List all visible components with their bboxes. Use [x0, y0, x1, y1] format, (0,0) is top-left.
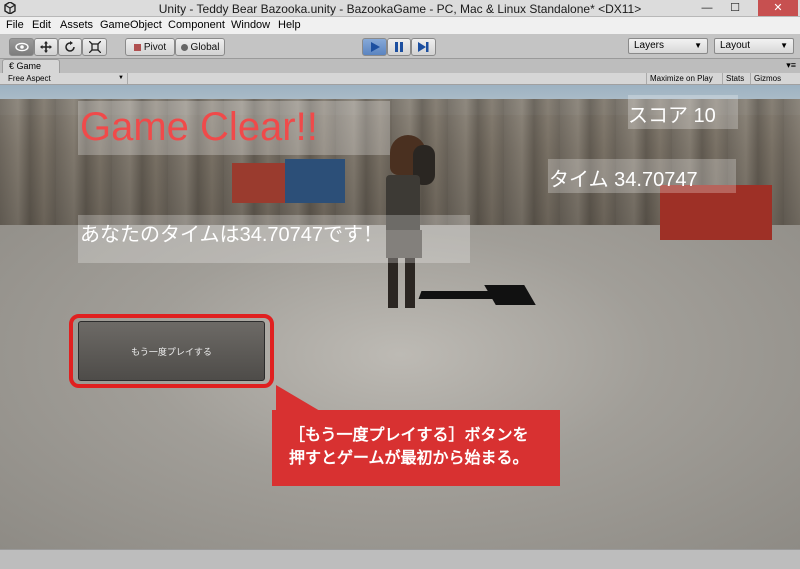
menu-bar: File Edit Assets GameObject Component Wi… — [0, 17, 800, 34]
move-arrows-icon — [40, 41, 52, 53]
callout-line-1: ［もう一度プレイする］ボタンを — [289, 427, 529, 444]
aspect-dropdown[interactable]: Free Aspect ▼ — [2, 73, 128, 84]
rotate-icon — [65, 41, 75, 52]
window-title: Unity - Teddy Bear Bazooka.unity - Bazoo… — [158, 2, 642, 16]
scale-tool-button[interactable] — [82, 38, 107, 56]
maximize-button[interactable]: ☐ — [722, 0, 748, 16]
tab-menu-icon[interactable]: ▾≡ — [786, 60, 796, 71]
callout-line-2: 押すとゲームが最初から始まる。 — [289, 450, 529, 467]
menu-window[interactable]: Window — [231, 19, 270, 31]
annotation-callout: ［もう一度プレイする］ボタンを 押すとゲームが最初から始まる。 — [272, 410, 560, 486]
game-view-toolbar: Free Aspect ▼ Maximize on Play Stats Giz… — [0, 73, 800, 85]
pivot-icon — [133, 43, 141, 51]
step-icon — [418, 42, 429, 52]
chevron-down-icon: ▼ — [118, 75, 124, 81]
gizmos-dropdown[interactable]: Gizmos — [750, 73, 784, 84]
pause-button[interactable] — [387, 38, 411, 56]
hand-tool-button[interactable] — [9, 38, 34, 56]
game-clear-text: Game Clear!! — [80, 105, 318, 149]
minimize-button[interactable]: — — [694, 0, 720, 16]
game-tab-label: Game — [16, 61, 42, 71]
container-blue — [285, 159, 345, 203]
status-bar — [0, 549, 800, 569]
menu-gameobject[interactable]: GameObject — [100, 19, 162, 31]
tab-row: € Game ▾≡ — [0, 59, 800, 73]
move-tool-button[interactable] — [34, 38, 58, 56]
global-toggle[interactable]: Global — [175, 38, 225, 56]
menu-help[interactable]: Help — [278, 19, 301, 31]
close-button[interactable]: ✕ — [758, 0, 798, 16]
toolbar: Pivot Global Layers ▼ Layout ▼ — [0, 34, 800, 59]
stats-toggle[interactable]: Stats — [722, 73, 747, 84]
pause-icon — [395, 42, 403, 52]
callout-pointer — [276, 385, 320, 411]
maximize-on-play-toggle[interactable]: Maximize on Play — [646, 73, 716, 84]
global-label: Global — [190, 41, 220, 53]
step-button[interactable] — [411, 38, 436, 56]
layers-dropdown[interactable]: Layers ▼ — [628, 38, 708, 54]
eye-icon — [14, 42, 29, 52]
pivot-toggle[interactable]: Pivot — [125, 38, 175, 56]
container-red-right — [660, 185, 772, 240]
result-text: あなたのタイムは34.70747です！ — [80, 224, 384, 246]
title-bar: Unity - Teddy Bear Bazooka.unity - Bazoo… — [0, 0, 800, 17]
play-icon — [370, 42, 380, 52]
container-red — [232, 163, 292, 203]
retry-button-label: もう一度プレイする — [131, 346, 212, 357]
aspect-label: Free Aspect — [8, 74, 51, 83]
layout-dropdown[interactable]: Layout ▼ — [714, 38, 794, 54]
pivot-label: Pivot — [143, 41, 167, 53]
menu-component[interactable]: Component — [168, 19, 225, 31]
play-button[interactable] — [362, 38, 387, 56]
globe-icon — [180, 43, 188, 51]
chevron-down-icon: ▼ — [780, 41, 788, 50]
character-leg-left — [388, 258, 398, 308]
rotate-tool-button[interactable] — [58, 38, 82, 56]
score-text: スコア 10 — [628, 105, 716, 127]
chevron-down-icon: ▼ — [694, 41, 702, 50]
game-tab-icon: € — [9, 61, 17, 71]
menu-file[interactable]: File — [6, 19, 24, 31]
time-text: タイム 34.70747 — [549, 169, 698, 191]
retry-button[interactable]: もう一度プレイする — [78, 321, 265, 381]
layers-label: Layers — [634, 40, 665, 51]
menu-edit[interactable]: Edit — [32, 19, 51, 31]
character-leg-right — [405, 258, 415, 308]
menu-assets[interactable]: Assets — [60, 19, 93, 31]
scale-icon — [88, 41, 101, 53]
layout-label: Layout — [720, 40, 751, 51]
tab-game[interactable]: € Game — [2, 59, 60, 73]
